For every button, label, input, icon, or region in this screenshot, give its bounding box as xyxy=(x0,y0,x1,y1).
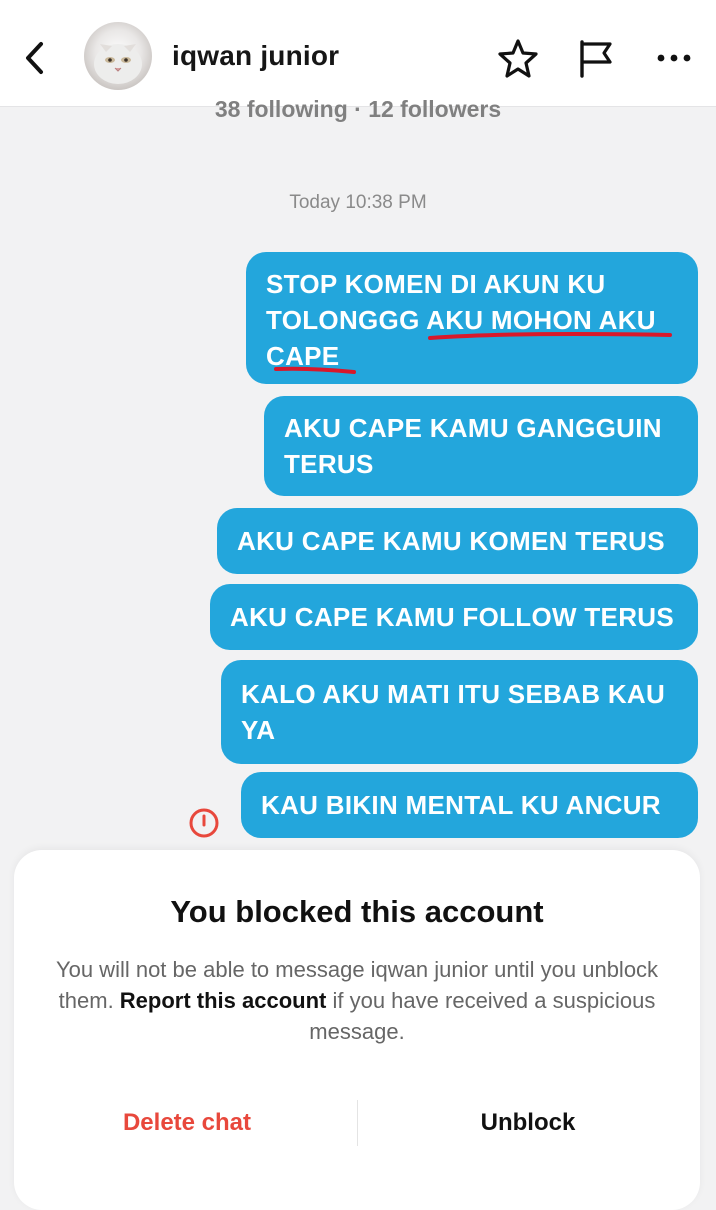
error-icon[interactable] xyxy=(188,807,220,839)
message-bubble[interactable]: KAU BIKIN MENTAL KU ANCUR xyxy=(241,772,698,838)
avatar[interactable] xyxy=(84,22,152,90)
chat-timestamp: Today 10:38 PM xyxy=(289,192,427,213)
message-text: YA xyxy=(241,715,276,745)
message-text: STOP KOMEN DI AKUN KU xyxy=(266,269,606,299)
message-text: AKU CAPE KAMU FOLLOW TERUS xyxy=(230,602,674,632)
blocked-sheet: You blocked this account You will not be… xyxy=(14,850,700,1210)
more-icon[interactable] xyxy=(652,36,696,80)
chat-title[interactable]: iqwan junior xyxy=(172,40,339,72)
flag-icon[interactable] xyxy=(574,36,618,80)
message-text: TOLONGGG AKU MOHON AKU xyxy=(266,305,656,335)
message-text: CAPE xyxy=(266,341,340,371)
message-bubble[interactable]: AKU CAPE KAMU KOMEN TERUS xyxy=(217,508,698,574)
message-text: AKU CAPE KAMU KOMEN TERUS xyxy=(237,526,665,556)
report-account-link[interactable]: Report this account xyxy=(120,988,327,1013)
divider xyxy=(357,1100,358,1146)
message-text: KAU BIKIN MENTAL KU ANCUR xyxy=(261,790,661,820)
message-bubble[interactable]: KALO AKU MATI ITU SEBAB KAU YA xyxy=(221,660,698,764)
delete-chat-button[interactable]: Delete chat xyxy=(22,1098,352,1148)
message-text: AKU CAPE KAMU GANGGUIN xyxy=(284,413,662,443)
back-arrow-icon[interactable] xyxy=(18,38,54,78)
message-bubble[interactable]: STOP KOMEN DI AKUN KU TOLONGGG AKU MOHON… xyxy=(246,252,698,384)
sheet-actions: Delete chat Unblock xyxy=(14,1098,700,1148)
sheet-title: You blocked this account xyxy=(170,894,544,929)
message-bubble[interactable]: AKU CAPE KAMU GANGGUIN TERUS xyxy=(264,396,698,496)
message-bubble[interactable]: AKU CAPE KAMU FOLLOW TERUS xyxy=(210,584,698,650)
unblock-button[interactable]: Unblock xyxy=(363,1098,693,1148)
star-icon[interactable] xyxy=(496,36,540,80)
chat-header: iqwan junior xyxy=(0,0,716,107)
follow-stats: 38 following · 12 followers xyxy=(214,96,502,122)
sheet-message: You will not be able to message iqwan ju… xyxy=(55,957,659,1044)
message-text: TERUS xyxy=(284,449,374,479)
message-text: KALO AKU MATI ITU SEBAB KAU xyxy=(241,679,666,709)
